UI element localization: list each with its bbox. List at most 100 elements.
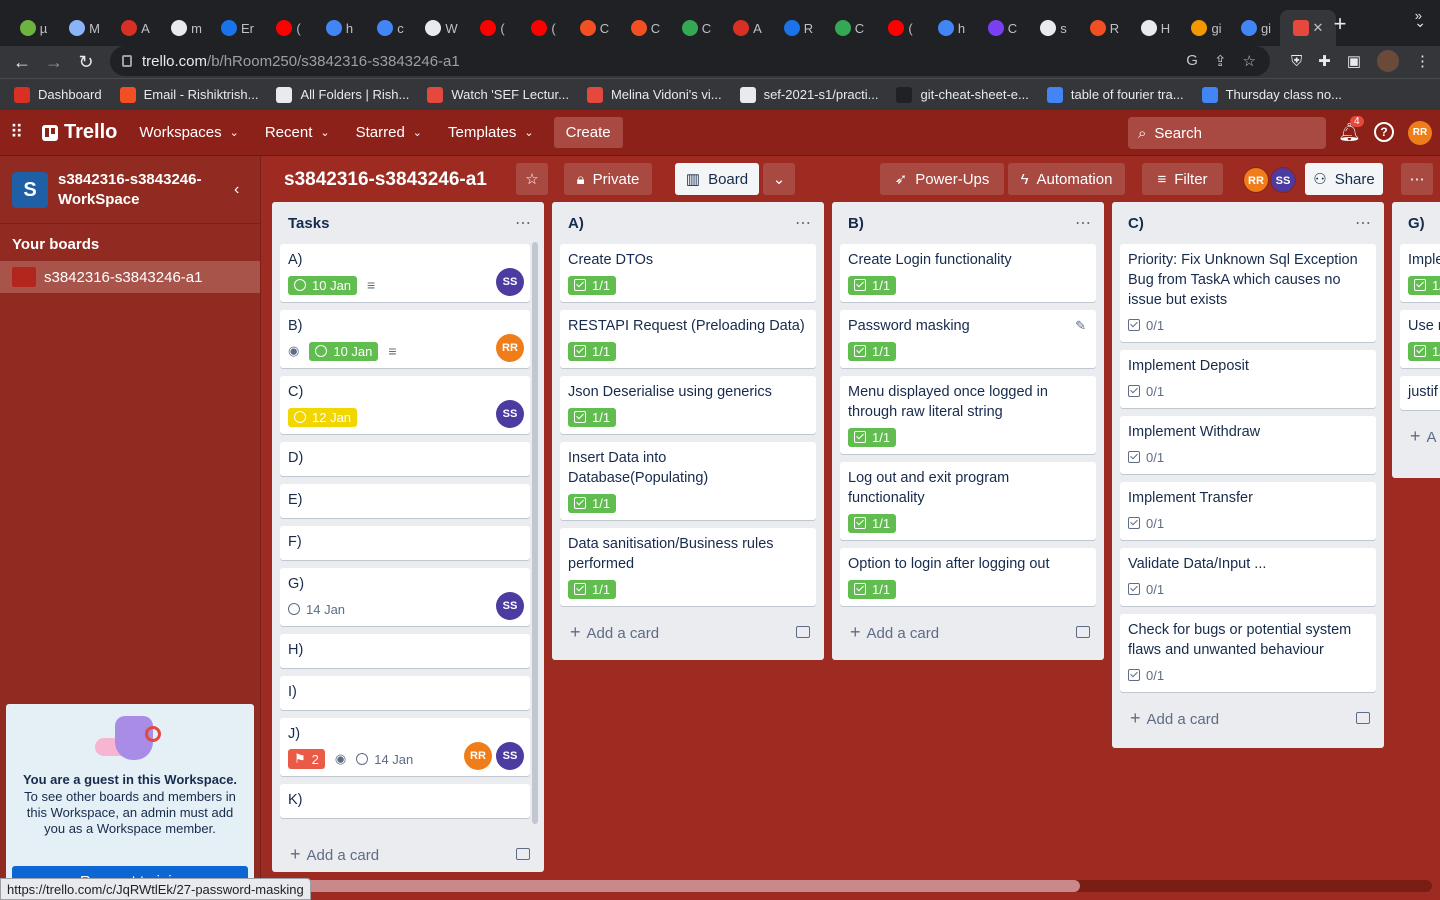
trello-logo[interactable]: Trello [42, 121, 117, 144]
card[interactable]: Check for bugs or potential system flaws… [1120, 614, 1376, 692]
bookmark-item[interactable]: All Folders | Rish... [276, 86, 409, 103]
bookmark-item[interactable]: git-cheat-sheet-e... [896, 86, 1029, 103]
card[interactable]: Implement Transfer 0/1 [1120, 482, 1376, 540]
browser-tab[interactable]: gi [1232, 10, 1280, 46]
reload-icon[interactable]: ↻ [70, 52, 102, 73]
list-title[interactable]: A) [568, 215, 584, 232]
list-menu-icon[interactable]: ⋯ [1355, 213, 1372, 233]
card[interactable]: Password masking ✎ 1/1 [840, 310, 1096, 368]
due-date-badge[interactable]: 12 Jan [288, 407, 358, 427]
browser-tab[interactable]: C [671, 10, 722, 46]
profile-avatar[interactable] [1377, 50, 1399, 72]
card[interactable]: I) [280, 676, 530, 710]
app-switcher-icon[interactable]: ⠿ [10, 122, 30, 143]
card-member-avatar[interactable]: RR [464, 742, 492, 770]
browser-tab[interactable]: h [314, 10, 365, 46]
address-bar[interactable]: trello.com/b/hRoom250/s3842316-s3843246-… [110, 46, 1270, 76]
notifications-icon[interactable]: 🔔︎ 4 [1338, 116, 1364, 143]
card[interactable]: Menu displayed once logged in through ra… [840, 376, 1096, 454]
chrome-menu-icon[interactable]: ⋮ [1415, 52, 1430, 70]
board-title[interactable]: s3842316-s3843246-a1 [284, 169, 487, 191]
due-date-badge[interactable]: 14 Jan [288, 602, 345, 617]
help-icon[interactable]: ? [1374, 122, 1394, 142]
card[interactable]: Json Deserialise using generics 1/1 [560, 376, 816, 434]
list-menu-icon[interactable]: ⋯ [515, 213, 532, 233]
card[interactable]: Imple 1/ [1400, 244, 1440, 302]
star-board-button[interactable]: ☆ [516, 163, 548, 195]
card[interactable]: RESTAPI Request (Preloading Data) 1/1 [560, 310, 816, 368]
card-template-icon[interactable] [1076, 626, 1090, 638]
automation-button[interactable]: ϟ Automation [1008, 163, 1125, 195]
card-template-icon[interactable] [796, 626, 810, 638]
extensions-puzzle-icon[interactable]: ✚ [1318, 52, 1331, 70]
scrollbar-thumb[interactable] [300, 880, 1080, 892]
browser-tab[interactable]: c [365, 10, 416, 46]
browser-tab[interactable]: C [977, 10, 1028, 46]
list-title[interactable]: G) [1408, 215, 1425, 232]
due-date-badge[interactable]: 10 Jan [309, 341, 379, 361]
header-nav-recent[interactable]: Recent ⌄ [257, 118, 338, 147]
bookmark-item[interactable]: table of fourier tra... [1046, 86, 1184, 103]
add-card-button[interactable]: + Add a card [832, 614, 1104, 650]
card[interactable]: A) 10 Jan ≡ SS [280, 244, 530, 302]
shield-extension-icon[interactable]: ⛨ [1291, 53, 1302, 70]
add-card-button[interactable]: + Add a card [272, 836, 544, 872]
add-card-button[interactable]: + Add a card [552, 614, 824, 650]
browser-tab[interactable]: h [926, 10, 977, 46]
browser-tab[interactable]: R [773, 10, 824, 46]
card[interactable]: Priority: Fix Unknown Sql Exception Bug … [1120, 244, 1376, 342]
card[interactable]: D) [280, 442, 530, 476]
list-title[interactable]: Tasks [288, 215, 329, 232]
bookmark-item[interactable]: Watch 'SEF Lectur... [427, 86, 569, 103]
collapse-sidebar-icon[interactable]: ‹ [234, 181, 239, 199]
browser-tab[interactable]: H [1130, 10, 1181, 46]
add-card-button[interactable]: + Add a card [1112, 700, 1384, 736]
card-template-icon[interactable] [516, 848, 530, 860]
new-tab-button[interactable]: + [1320, 6, 1360, 42]
browser-tab[interactable]: µ [8, 10, 59, 46]
account-avatar[interactable]: RR [1408, 121, 1432, 145]
card-member-avatar[interactable]: SS [496, 400, 524, 428]
browser-tab[interactable]: ( [875, 10, 926, 46]
card[interactable]: E) [280, 484, 530, 518]
due-date-badge[interactable]: 10 Jan [288, 275, 358, 295]
browser-tab[interactable]: A [110, 10, 161, 46]
power-ups-button[interactable]: ➶ Power-Ups [880, 163, 1004, 195]
visibility-button[interactable]: 🔒︎ Private [564, 163, 652, 195]
header-nav-templates[interactable]: Templates ⌄ [440, 118, 542, 147]
search-input[interactable]: ⌕ Search [1128, 117, 1326, 149]
browser-tab[interactable]: ( [263, 10, 314, 46]
browser-tab[interactable]: ( [518, 10, 569, 46]
back-icon[interactable]: ← [6, 52, 38, 73]
browser-tab[interactable]: C [569, 10, 620, 46]
bookmark-item[interactable]: Email - Rishiktrish... [119, 86, 258, 103]
card[interactable]: G) 14 Jan SS [280, 568, 530, 626]
card[interactable]: H) [280, 634, 530, 668]
card[interactable]: Use r Proje 1/ [1400, 310, 1440, 368]
browser-tab[interactable]: W [416, 10, 467, 46]
card-member-avatar[interactable]: SS [496, 592, 524, 620]
card[interactable]: Validate Data/Input ... 0/1 [1120, 548, 1376, 606]
card[interactable]: C) 12 Jan SS [280, 376, 530, 434]
browser-tab[interactable]: C [824, 10, 875, 46]
browser-tab[interactable]: A [722, 10, 773, 46]
browser-tab[interactable]: Er [212, 10, 263, 46]
card[interactable]: Insert Data into Database(Populating) 1/1 [560, 442, 816, 520]
board-member-avatar[interactable]: RR [1243, 167, 1269, 193]
side-panel-icon[interactable]: ▣ [1347, 52, 1361, 70]
tasks-list-scrollbar[interactable] [532, 242, 538, 824]
due-date-badge[interactable]: 14 Jan [356, 752, 413, 767]
card-member-avatar[interactable]: SS [496, 268, 524, 296]
card-member-avatar[interactable]: SS [496, 742, 524, 770]
bookmark-item[interactable]: Melina Vidoni's vi... [586, 86, 722, 103]
forward-icon[interactable]: → [38, 52, 70, 73]
board-member-avatar[interactable]: SS [1270, 167, 1296, 193]
edit-pencil-icon[interactable]: ✎ [1075, 318, 1086, 334]
bookmark-star-icon[interactable]: ☆ [1243, 52, 1256, 70]
share-icon[interactable]: ⇪ [1214, 52, 1227, 70]
card[interactable]: J) ⚑ 2 ◉ 14 Jan RR SS [280, 718, 530, 776]
card[interactable]: justif [1400, 376, 1440, 410]
browser-tab[interactable]: R [1079, 10, 1130, 46]
header-nav-workspaces[interactable]: Workspaces ⌄ [131, 118, 246, 147]
create-button[interactable]: Create [553, 117, 623, 148]
